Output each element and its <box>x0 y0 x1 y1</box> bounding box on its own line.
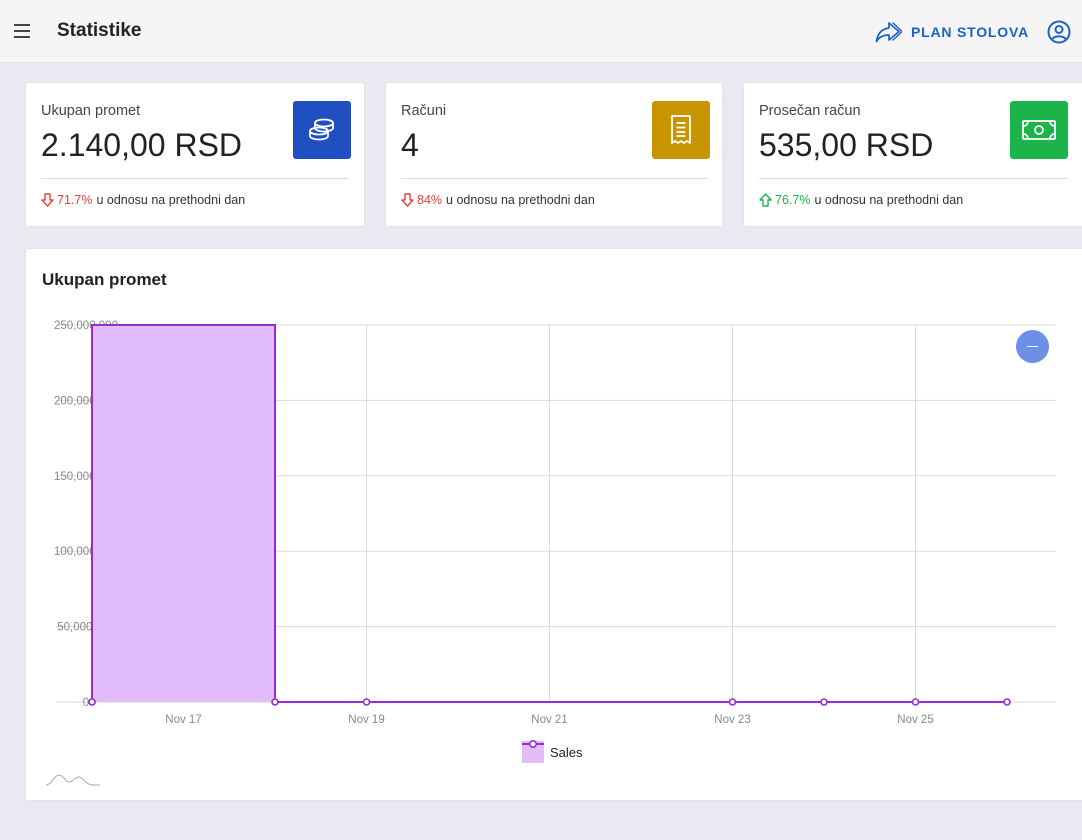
banknote-icon <box>1010 101 1068 159</box>
x-tick-label: Nov 23 <box>714 714 750 726</box>
zoom-out-button[interactable] <box>1016 330 1049 363</box>
change-text: u odnosu na prethodni dan <box>814 193 964 207</box>
legend-marker <box>528 739 537 748</box>
data-point <box>911 698 920 706</box>
arrow-down-icon <box>41 193 54 207</box>
stat-change: 76.7% u odnosu na prethodni dan <box>759 193 963 207</box>
stat-change: 71.7% u odnosu na prethodni dan <box>41 193 245 207</box>
change-percent: 84% <box>417 193 443 207</box>
x-tick-label: Nov 17 <box>165 714 201 726</box>
arrow-up-icon <box>759 193 772 207</box>
top-app-bar: Statistike PLAN STOLOVA <box>0 0 1082 63</box>
stat-label: Računi <box>401 103 447 119</box>
divider <box>41 178 349 179</box>
data-point <box>362 698 371 706</box>
change-text: u odnosu na prethodni dan <box>96 193 246 207</box>
receipt-icon <box>652 101 710 159</box>
plan-stolova-button[interactable]: PLAN STOLOVA <box>874 19 1029 45</box>
share-arrow-icon <box>875 22 902 43</box>
coins-icon <box>293 101 351 159</box>
data-point <box>728 698 737 706</box>
stat-card-total-sales: Ukupan promet 2.140,00 RSD 71.7% u odnos… <box>25 82 365 227</box>
stat-card-receipts: Računi 4 84% u odnosu na prethodni dan <box>385 82 723 227</box>
sales-chart-card: Ukupan promet 0 50,000,000 100,000,000 150,… <box>25 248 1082 801</box>
change-percent: 71.7% <box>57 193 93 207</box>
change-percent: 76.7% <box>775 193 811 207</box>
stat-card-average-receipt: Prosečan račun 535,00 RSD 76.7% u odnosu… <box>743 82 1082 227</box>
plan-stolova-label: PLAN STOLOVA <box>911 24 1029 40</box>
page-title: Statistike <box>57 20 142 41</box>
change-text: u odnosu na prethodni dan <box>446 193 595 207</box>
x-tick-label: Nov 21 <box>531 714 567 726</box>
stat-value: 2.140,00 RSD <box>41 127 243 163</box>
stat-change: 84% u odnosu na prethodni dan <box>401 193 595 207</box>
data-point <box>271 698 279 706</box>
x-tick-label: Nov 19 <box>348 714 384 726</box>
stat-value: 4 <box>401 127 419 163</box>
sales-chart: 050,000,000100,000,000150,000,000200,000… <box>54 320 1056 763</box>
stat-label: Prosečan račun <box>759 103 861 119</box>
stat-value: 535,00 RSD <box>759 127 934 163</box>
sparkline-icon <box>45 774 100 786</box>
data-point <box>820 698 828 706</box>
arrow-down-icon <box>401 193 414 207</box>
data-point <box>1003 698 1011 706</box>
menu-icon[interactable] <box>12 20 34 42</box>
legend-label: Sales <box>550 745 583 760</box>
x-tick-label: Nov 25 <box>897 714 933 726</box>
stat-label: Ukupan promet <box>41 103 141 119</box>
y-tick-label: 0 <box>83 697 89 709</box>
data-point <box>88 698 96 706</box>
account-circle-icon[interactable] <box>1046 19 1072 45</box>
divider <box>401 178 707 179</box>
minus-icon <box>1027 345 1038 348</box>
divider <box>759 178 1067 179</box>
